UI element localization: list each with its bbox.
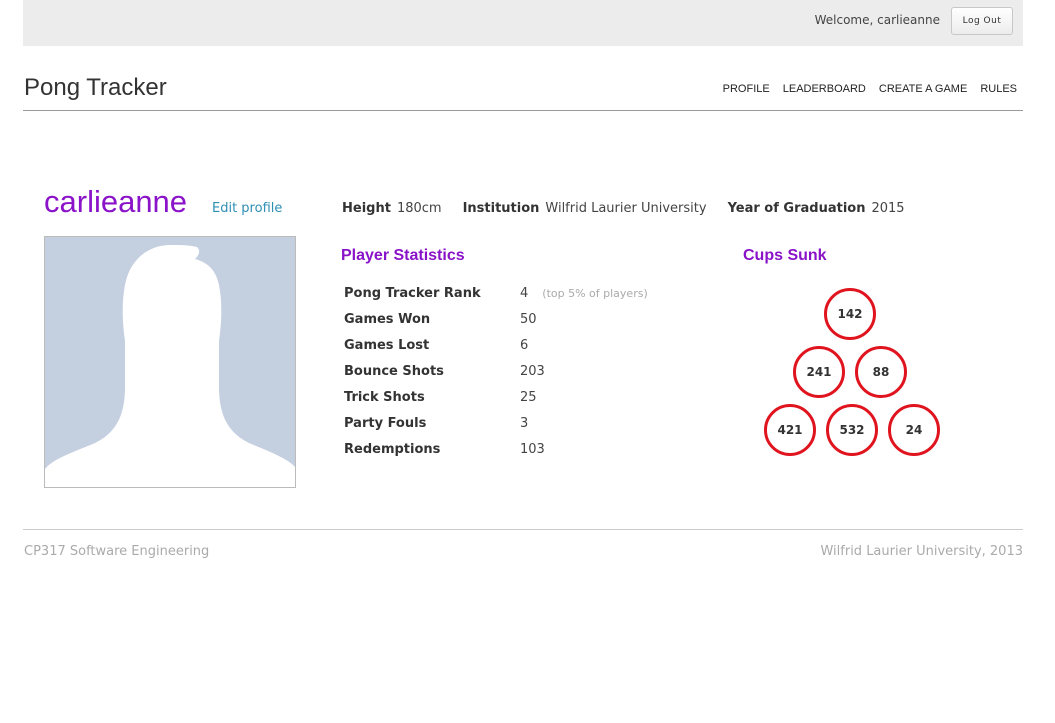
top-bar: Welcome, carlieanne Log Out [23,0,1023,46]
graduation-value: 2015 [871,201,905,216]
nav-leaderboard[interactable]: LEADERBOARD [783,83,866,95]
stat-row: Party Fouls 3 [344,410,648,436]
stat-value: 203 [520,363,545,379]
stat-row: Trick Shots 25 [344,384,648,410]
nav-create-game[interactable]: CREATE A GAME [879,83,967,95]
footer-copyright: Wilfrid Laurier University, 2013 [820,544,1023,559]
stat-label: Trick Shots [344,389,425,405]
stat-label: Redemptions [344,441,441,457]
stat-value: 25 [520,389,537,405]
cup-middle-left: 241 [793,346,845,398]
cups-sunk-heading: Cups Sunk [743,247,827,264]
stat-label: Games Won [344,311,431,327]
edit-profile-link[interactable]: Edit profile [212,201,282,216]
avatar [44,236,296,488]
stats-table: Pong Tracker Rank 4 (top 5% of players) … [344,280,648,462]
default-avatar-silhouette-icon [45,245,295,487]
stat-label: Party Fouls [344,415,427,431]
cup-bottom-left: 421 [764,404,816,456]
nav-rules[interactable]: RULES [980,83,1017,95]
header-divider [23,110,1023,111]
cup-bottom-right: 24 [888,404,940,456]
stat-value: 6 [520,337,529,353]
site-title[interactable]: Pong Tracker [24,74,167,102]
footer-course: CP317 Software Engineering [24,544,210,559]
player-statistics-heading: Player Statistics [341,247,465,264]
cup-middle-right: 88 [855,346,907,398]
stat-label: Pong Tracker Rank [344,285,481,301]
stat-row: Pong Tracker Rank 4 (top 5% of players) [344,280,648,306]
stat-row: Games Won 50 [344,306,648,332]
profile-meta: Height 180cm Institution Wilfrid Laurier U… [342,201,905,216]
stat-label: Games Lost [344,337,430,353]
profile-username: carlieanne [44,184,188,219]
institution-label: Institution [462,201,540,216]
logout-button[interactable]: Log Out [951,7,1013,35]
welcome-text: Welcome, carlieanne [814,13,940,27]
stat-label: Bounce Shots [344,363,444,379]
stat-value: 4 [520,285,529,301]
nav-profile[interactable]: PROFILE [723,83,770,95]
rank-note: (top 5% of players) [542,286,648,300]
stat-value: 103 [520,441,545,457]
stat-value: 50 [520,311,537,327]
stat-value: 3 [520,415,529,431]
stat-row: Bounce Shots 203 [344,358,648,384]
cup-bottom-center: 532 [826,404,878,456]
main-nav: PROFILE LEADERBOARD CREATE A GAME RULES [723,83,1017,95]
cup-top: 142 [824,288,876,340]
height-value: 180cm [396,201,442,216]
institution-value: Wilfrid Laurier University [545,201,707,216]
stat-row: Redemptions 103 [344,436,648,462]
footer-divider [23,529,1023,530]
height-label: Height [342,201,391,216]
graduation-label: Year of Graduation [727,201,866,216]
stat-row: Games Lost 6 [344,332,648,358]
